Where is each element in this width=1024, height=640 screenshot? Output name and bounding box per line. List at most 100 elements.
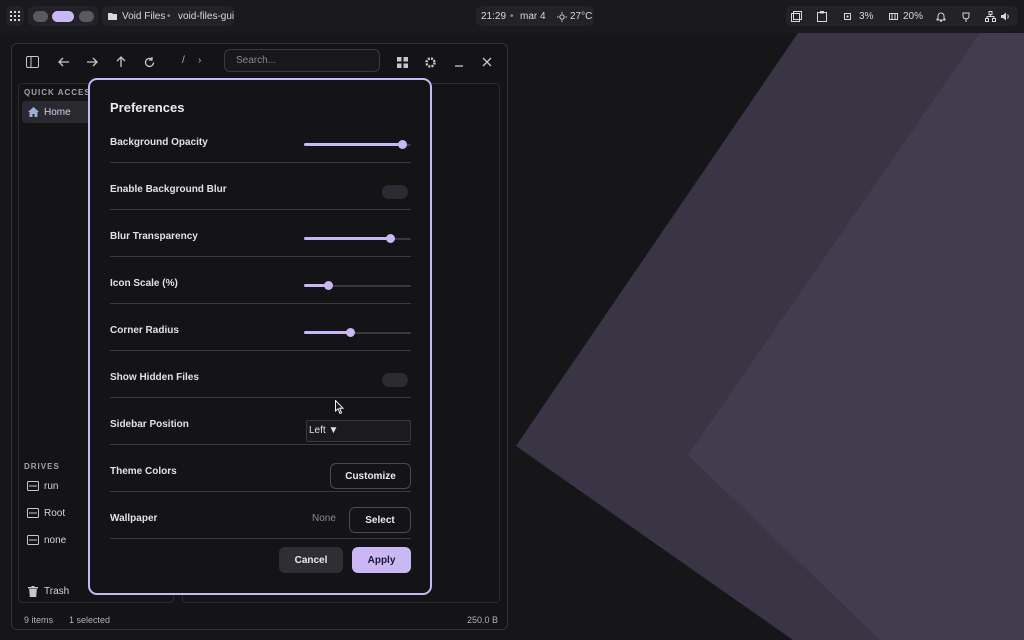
blur-transparency-label: Blur Transparency <box>110 231 198 242</box>
app-launcher-button[interactable] <box>6 6 24 26</box>
refresh-icon <box>144 56 154 67</box>
cancel-button[interactable]: Cancel <box>279 547 343 573</box>
wallpaper-row: Wallpaper None Select <box>110 492 411 539</box>
weather-temperature: 27°C <box>570 11 593 22</box>
back-button[interactable] <box>54 52 74 72</box>
item-count: 9 items <box>24 615 54 625</box>
forward-button[interactable] <box>82 52 102 72</box>
close-icon <box>482 57 492 67</box>
theme-colors-label: Theme Colors <box>110 466 177 477</box>
selection-count: 1 selected <box>69 615 111 625</box>
workspace-3[interactable] <box>79 11 94 22</box>
sidebar-item-label: Root <box>44 507 66 519</box>
clipboard-icon[interactable] <box>817 11 827 22</box>
drive-icon <box>22 481 44 491</box>
mouse-pointer-icon <box>335 400 345 415</box>
sidebar-item-label: Trash <box>44 585 70 597</box>
select-value: Left <box>309 425 326 436</box>
drives-heading: DRIVES <box>24 462 60 471</box>
customize-button[interactable]: Customize <box>330 463 411 489</box>
arrow-up-icon <box>116 56 126 67</box>
grid-icon <box>10 11 20 21</box>
slider-handle[interactable] <box>346 328 355 337</box>
close-button[interactable] <box>477 52 497 72</box>
title-separator: • <box>167 11 171 22</box>
sidebar-item-label: Home <box>44 106 71 118</box>
slider-handle[interactable] <box>398 140 407 149</box>
background-opacity-label: Background Opacity <box>110 137 208 148</box>
icon-scale-slider[interactable] <box>304 281 411 290</box>
sidebar-position-label: Sidebar Position <box>110 419 189 430</box>
memory-usage: 20% <box>903 11 924 22</box>
sidebar-toggle-icon <box>25 56 39 68</box>
select-wallpaper-button[interactable]: Select <box>349 507 411 533</box>
enable-blur-row: Enable Background Blur <box>110 163 411 210</box>
chevron-down-icon: ▼ <box>328 425 339 436</box>
breadcrumb-chevron: › <box>198 55 202 66</box>
folder-icon <box>108 13 117 20</box>
theme-colors-row: Theme Colors Customize <box>110 445 411 492</box>
sidebar-item-label: run <box>44 480 59 492</box>
corner-radius-label: Corner Radius <box>110 325 179 336</box>
slider-fill <box>304 237 390 240</box>
refresh-button[interactable] <box>139 52 159 72</box>
background-opacity-slider[interactable] <box>304 140 411 149</box>
arrow-right-icon <box>87 57 98 67</box>
quick-access-heading: QUICK ACCESS <box>24 88 98 97</box>
bell-icon[interactable] <box>936 11 946 22</box>
enable-blur-toggle[interactable] <box>382 185 408 199</box>
power-plug-icon[interactable] <box>961 11 971 22</box>
drive-icon <box>22 508 44 518</box>
show-hidden-toggle[interactable] <box>382 373 408 387</box>
gear-icon <box>424 56 436 68</box>
sidebar-position-row: Sidebar Position Left ▼ <box>110 398 411 445</box>
sidebar-position-select[interactable]: Left ▼ <box>306 420 411 442</box>
corner-radius-slider[interactable] <box>304 328 411 337</box>
slider-handle[interactable] <box>324 281 333 290</box>
workspace-1[interactable] <box>33 11 48 22</box>
dialog-title: Preferences <box>110 100 185 115</box>
trash-icon <box>22 585 44 597</box>
sun-icon <box>557 12 567 22</box>
search-input[interactable]: Search... <box>224 49 380 72</box>
wallpaper-label: Wallpaper <box>110 513 158 524</box>
selection-size: 250.0 B <box>467 615 499 625</box>
memory-icon <box>889 13 898 20</box>
network-icon[interactable] <box>985 11 996 22</box>
window-title: Void Files <box>122 11 166 22</box>
background-opacity-row: Background Opacity <box>110 116 411 163</box>
show-hidden-label: Show Hidden Files <box>110 372 199 383</box>
workspace-2[interactable] <box>52 11 74 22</box>
show-hidden-row: Show Hidden Files <box>110 351 411 398</box>
sidebar-item-label: none <box>44 534 67 546</box>
up-button[interactable] <box>111 52 131 72</box>
enable-blur-label: Enable Background Blur <box>110 184 227 195</box>
slider-handle[interactable] <box>386 234 395 243</box>
settings-button[interactable] <box>420 52 440 72</box>
volume-icon[interactable] <box>1000 11 1011 22</box>
drive-icon <box>22 535 44 545</box>
icon-scale-row: Icon Scale (%) <box>110 257 411 304</box>
slider-fill <box>304 143 402 146</box>
blur-transparency-slider[interactable] <box>304 234 411 243</box>
app-id: void-files-gui <box>178 11 235 22</box>
blur-transparency-row: Blur Transparency <box>110 210 411 257</box>
minimize-icon <box>455 65 463 67</box>
corner-radius-row: Corner Radius <box>110 304 411 351</box>
clock-date: mar 4 <box>520 11 546 22</box>
arrow-left-icon <box>58 57 69 67</box>
breadcrumb-root[interactable]: / <box>182 55 185 66</box>
apply-button[interactable]: Apply <box>352 547 411 573</box>
top-bar: Void Files • void-files-gui 21:29 • mar … <box>0 0 1024 33</box>
cpu-icon <box>844 13 851 20</box>
preferences-dialog: Preferences Background Opacity Enable Ba… <box>88 78 432 595</box>
wallpaper-value: None <box>312 513 336 524</box>
icon-scale-label: Icon Scale (%) <box>110 278 178 289</box>
minimize-button[interactable] <box>449 52 469 72</box>
view-mode-button[interactable] <box>392 52 412 72</box>
toggle-sidebar-button[interactable] <box>22 52 42 72</box>
windows-overview-icon[interactable] <box>791 11 802 22</box>
date-separator: • <box>510 11 514 22</box>
grid-view-icon <box>396 56 408 68</box>
home-icon <box>22 107 44 117</box>
